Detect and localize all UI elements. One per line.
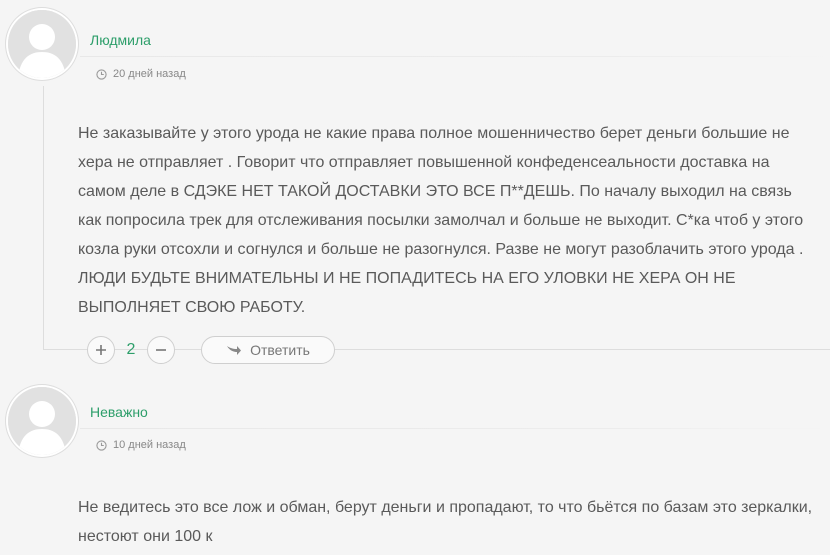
comment-text: Не заказывайте у этого урода не какие пр… xyxy=(78,125,804,316)
comment-author[interactable]: Людмила xyxy=(90,32,151,48)
comment-author[interactable]: Неважно xyxy=(90,404,148,420)
avatar xyxy=(8,387,76,455)
user-avatar-icon xyxy=(8,10,76,78)
comment-date-text: 20 дней назад xyxy=(113,68,186,80)
downvote-button[interactable] xyxy=(147,336,175,364)
comment-header-divider xyxy=(80,56,830,57)
vote-count: 2 xyxy=(126,341,136,358)
clock-icon xyxy=(96,439,107,451)
vote-controls: 2 xyxy=(87,336,175,364)
plus-icon xyxy=(96,345,106,355)
minus-icon xyxy=(156,349,166,351)
comment: Неважно 10 дней назад Не ведитесь это вс… xyxy=(0,372,830,555)
comment-date-text: 10 дней назад xyxy=(113,439,186,451)
reply-button[interactable]: Ответить xyxy=(201,336,335,364)
comment-left-border xyxy=(43,86,44,349)
comment-date: 10 дней назад xyxy=(96,439,186,451)
comment-header-divider xyxy=(80,428,830,429)
comment-date: 20 дней назад xyxy=(96,68,186,80)
upvote-button[interactable] xyxy=(87,336,115,364)
clock-icon xyxy=(96,68,107,80)
reply-arrow-icon xyxy=(227,346,242,355)
user-avatar-icon xyxy=(8,387,76,455)
reply-button-label: Ответить xyxy=(250,342,310,358)
comment-text: Не ведитесь это все лож и обман, берут д… xyxy=(78,499,813,545)
comment: Людмила 20 дней назад Не заказывайте у э… xyxy=(0,0,830,372)
avatar xyxy=(8,10,76,78)
